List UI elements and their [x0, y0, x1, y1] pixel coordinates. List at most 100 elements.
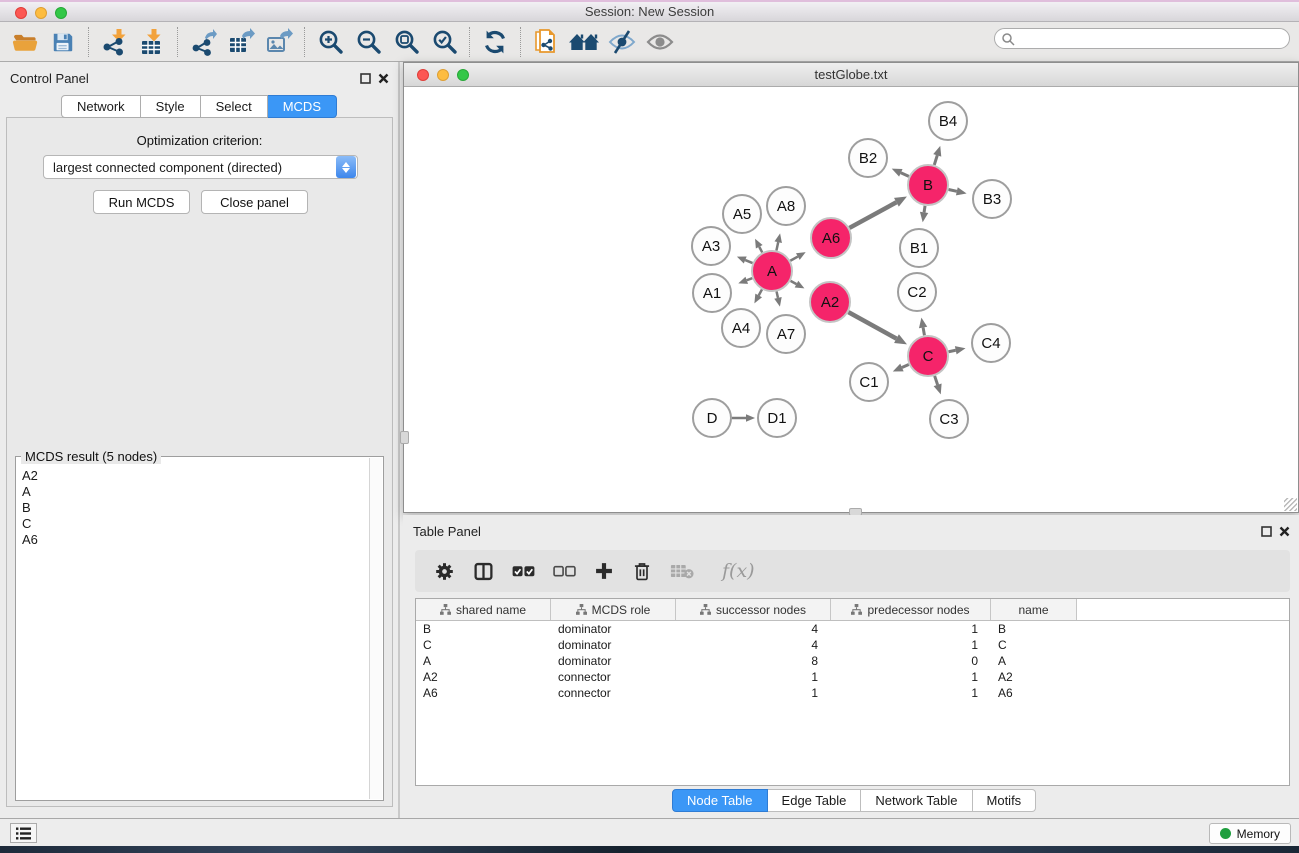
- result-scrollbar[interactable]: [369, 458, 382, 799]
- cell-name[interactable]: A2: [991, 669, 1077, 685]
- float-panel-icon[interactable]: [1260, 525, 1273, 538]
- export-network-button[interactable]: [184, 25, 222, 59]
- tab-style[interactable]: Style: [141, 95, 201, 118]
- column-header-shared-name[interactable]: shared name: [416, 599, 551, 620]
- import-table-button[interactable]: [133, 25, 171, 59]
- tab-edge-table[interactable]: Edge Table: [768, 789, 862, 812]
- table-row[interactable]: A6connector11A6: [416, 685, 1289, 701]
- cell-predecessor-nodes[interactable]: 1: [831, 685, 991, 701]
- graph-node-D[interactable]: D: [693, 399, 731, 437]
- edge-A2-C[interactable]: [848, 312, 907, 344]
- graph-node-A5[interactable]: A5: [723, 195, 761, 233]
- edge-B-B2[interactable]: [892, 169, 909, 177]
- new-network-from-selection-button[interactable]: [527, 25, 565, 59]
- edge-A-A5[interactable]: [755, 239, 763, 253]
- table-row[interactable]: A2connector11A2: [416, 669, 1289, 685]
- graph-node-A8[interactable]: A8: [767, 187, 805, 225]
- minimize-network-icon[interactable]: [437, 69, 449, 81]
- home-button[interactable]: [565, 25, 603, 59]
- graph-node-C2[interactable]: C2: [898, 273, 936, 311]
- graph-node-A[interactable]: A: [752, 251, 792, 291]
- zoom-out-button[interactable]: [349, 25, 387, 59]
- cell-name[interactable]: A6: [991, 685, 1077, 701]
- table-settings-button[interactable]: [425, 554, 464, 588]
- cell-MCDS-role[interactable]: dominator: [551, 653, 676, 669]
- cell-MCDS-role[interactable]: connector: [551, 685, 676, 701]
- close-network-icon[interactable]: [417, 69, 429, 81]
- deselect-all-rows-button[interactable]: [544, 554, 585, 588]
- delete-column-button[interactable]: [623, 554, 661, 588]
- table-row[interactable]: Adominator80A: [416, 653, 1289, 669]
- cell-shared-name[interactable]: C: [416, 637, 551, 653]
- float-panel-icon[interactable]: [359, 72, 372, 85]
- minimize-window-icon[interactable]: [35, 7, 47, 19]
- apply-layout-button[interactable]: [476, 25, 514, 59]
- cell-MCDS-role[interactable]: dominator: [551, 621, 676, 637]
- graph-node-C4[interactable]: C4: [972, 324, 1010, 362]
- tab-network[interactable]: Network: [61, 95, 141, 118]
- graph-node-B3[interactable]: B3: [973, 180, 1011, 218]
- show-network-overview-button[interactable]: [641, 25, 679, 59]
- zoom-network-icon[interactable]: [457, 69, 469, 81]
- cell-name[interactable]: C: [991, 637, 1077, 653]
- tab-select[interactable]: Select: [201, 95, 268, 118]
- network-canvas[interactable]: AA1A2A3A4A5A6A7A8BB1B2B3B4CC1C2C3C4DD1: [405, 88, 1298, 512]
- zoom-window-icon[interactable]: [55, 7, 67, 19]
- edge-B-B1[interactable]: [920, 206, 928, 222]
- graph-node-B4[interactable]: B4: [929, 102, 967, 140]
- cell-successor-nodes[interactable]: 8: [676, 653, 831, 669]
- graph-node-A2[interactable]: A2: [810, 282, 850, 322]
- edge-A-A2[interactable]: [791, 281, 805, 289]
- column-header-predecessor-nodes[interactable]: predecessor nodes: [831, 599, 991, 620]
- close-panel-icon[interactable]: [1278, 525, 1291, 538]
- cell-shared-name[interactable]: A6: [416, 685, 551, 701]
- network-graph[interactable]: AA1A2A3A4A5A6A7A8BB1B2B3B4CC1C2C3C4DD1: [405, 88, 1298, 512]
- zoom-in-button[interactable]: [311, 25, 349, 59]
- edge-B-B3[interactable]: [949, 187, 967, 195]
- tab-motifs[interactable]: Motifs: [973, 789, 1037, 812]
- export-table-button[interactable]: [222, 25, 260, 59]
- graph-node-A6[interactable]: A6: [811, 218, 851, 258]
- cell-predecessor-nodes[interactable]: 1: [831, 669, 991, 685]
- cell-shared-name[interactable]: B: [416, 621, 551, 637]
- column-header-name[interactable]: name: [991, 599, 1077, 620]
- graph-node-D1[interactable]: D1: [758, 399, 796, 437]
- edge-B-B4[interactable]: [933, 146, 941, 165]
- resize-handle[interactable]: [1284, 498, 1297, 511]
- select-all-rows-button[interactable]: [503, 554, 544, 588]
- graph-node-A3[interactable]: A3: [692, 227, 730, 265]
- edge-A-A8[interactable]: [774, 233, 781, 250]
- export-image-button[interactable]: [260, 25, 298, 59]
- tab-network-table[interactable]: Network Table: [861, 789, 972, 812]
- hide-graphics-details-button[interactable]: [603, 25, 641, 59]
- result-list-item[interactable]: A: [17, 484, 369, 500]
- tab-mcds[interactable]: MCDS: [268, 95, 337, 118]
- cell-shared-name[interactable]: A: [416, 653, 551, 669]
- criterion-dropdown[interactable]: largest connected component (directed): [43, 155, 358, 179]
- table-row[interactable]: Bdominator41B: [416, 621, 1289, 637]
- cell-successor-nodes[interactable]: 1: [676, 669, 831, 685]
- edge-D-D1[interactable]: [732, 414, 755, 422]
- graph-node-C[interactable]: C: [908, 336, 948, 376]
- cell-name[interactable]: A: [991, 653, 1077, 669]
- result-list-item[interactable]: C: [17, 516, 369, 532]
- column-header-MCDS-role[interactable]: MCDS role: [551, 599, 676, 620]
- cell-predecessor-nodes[interactable]: 0: [831, 653, 991, 669]
- split-divider-grip[interactable]: [400, 431, 409, 444]
- graph-node-B2[interactable]: B2: [849, 139, 887, 177]
- edge-A6-B[interactable]: [849, 197, 907, 228]
- cell-shared-name[interactable]: A2: [416, 669, 551, 685]
- cell-successor-nodes[interactable]: 4: [676, 621, 831, 637]
- result-list-item[interactable]: A2: [17, 468, 369, 484]
- graph-node-A1[interactable]: A1: [693, 274, 731, 312]
- zoom-fit-button[interactable]: [387, 25, 425, 59]
- open-session-button[interactable]: [6, 25, 44, 59]
- cell-name[interactable]: B: [991, 621, 1077, 637]
- graph-node-A7[interactable]: A7: [767, 315, 805, 353]
- show-column-panel-button[interactable]: [464, 554, 503, 588]
- cell-MCDS-role[interactable]: dominator: [551, 637, 676, 653]
- graph-node-A4[interactable]: A4: [722, 309, 760, 347]
- edge-A-A6[interactable]: [790, 252, 805, 261]
- edge-C-C2[interactable]: [919, 318, 927, 336]
- create-column-button[interactable]: [585, 554, 623, 588]
